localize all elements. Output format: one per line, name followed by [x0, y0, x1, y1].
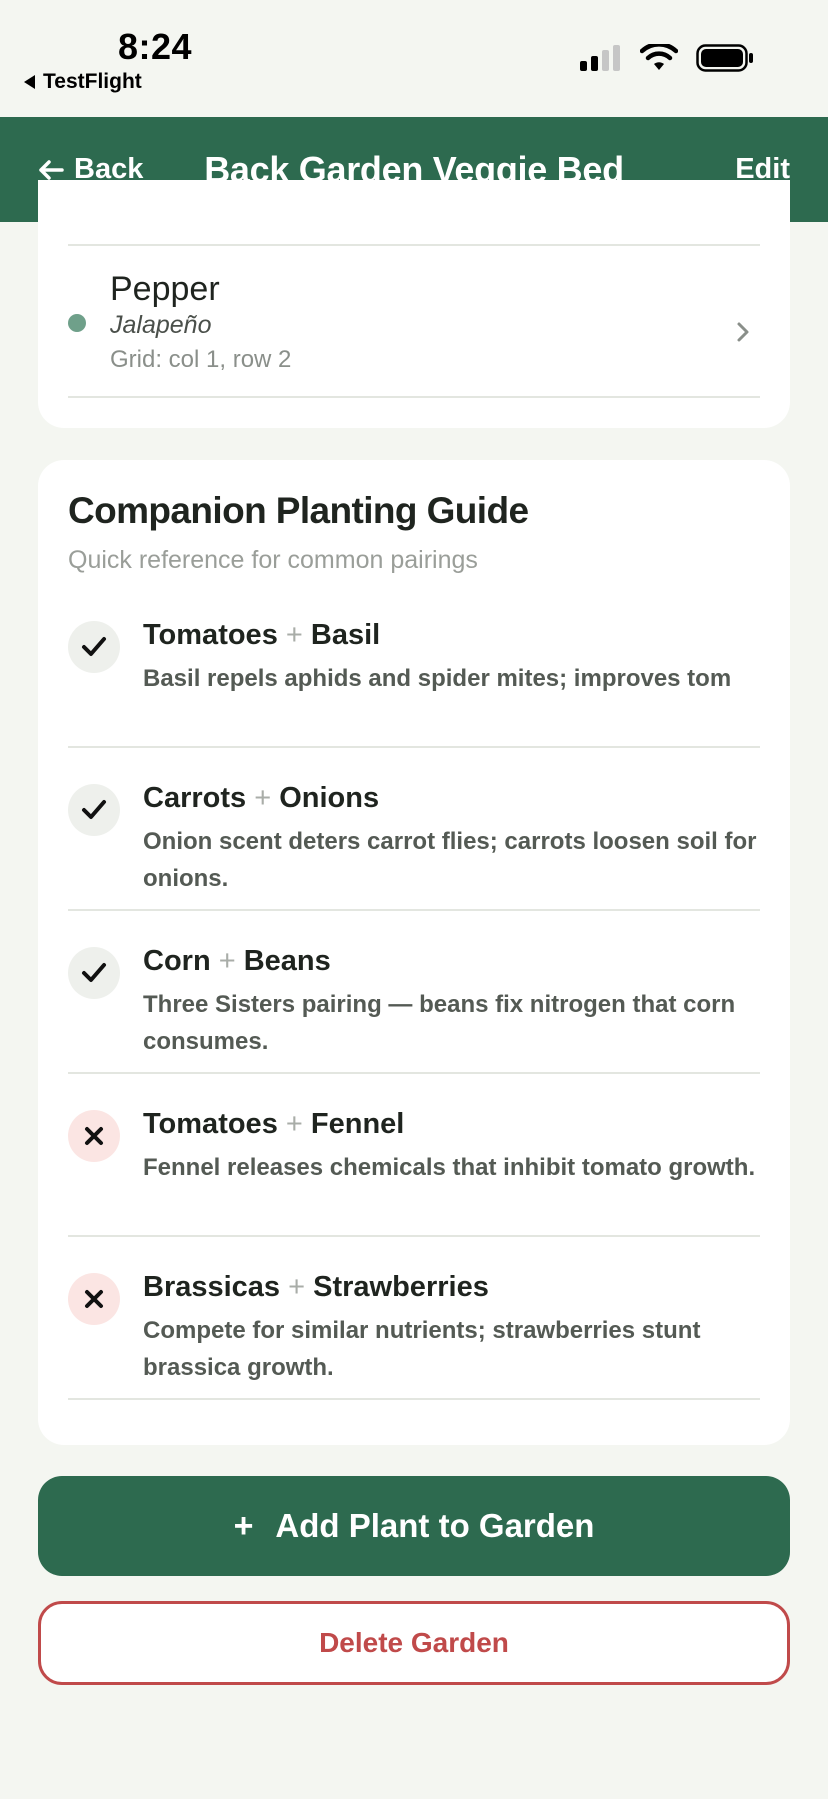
plus-icon: +	[233, 1506, 254, 1545]
checkmark-icon	[82, 963, 106, 982]
cross-badge	[68, 1110, 120, 1162]
pairing-plant-a: Carrots	[143, 782, 247, 814]
checkmark-badge	[68, 621, 120, 673]
testflight-back-link[interactable]: TestFlight	[24, 70, 142, 94]
cross-badge	[68, 1273, 120, 1325]
plant-status-dot	[68, 314, 86, 332]
pairing-heading: Corn + Beans	[143, 945, 331, 978]
close-icon	[85, 1290, 103, 1308]
pairing-plant-b: Onions	[279, 782, 380, 814]
close-icon	[85, 1127, 103, 1145]
pairing-item: Tomatoes + Basil Basil repels aphids and …	[38, 585, 790, 748]
checkmark-badge	[68, 947, 120, 999]
pairing-item: Corn + Beans Three Sisters pairing — bean…	[38, 911, 790, 1074]
pairing-plus: +	[254, 782, 272, 814]
checkmark-icon	[82, 637, 106, 656]
pairing-plant-b: Basil	[310, 619, 381, 651]
plant-name: Pepper	[110, 270, 220, 308]
add-plant-label: Add Plant to Garden	[275, 1507, 595, 1544]
companion-planting-card: Companion Planting Guide Quick reference…	[38, 460, 790, 1445]
delete-garden-label: Delete Garden	[319, 1627, 509, 1658]
plant-grid-position: Grid: col 1, row 2	[110, 346, 292, 373]
pairing-plant-b: Strawberries	[313, 1271, 489, 1303]
pairing-item: Tomatoes + Fennel Fennel releases chemica…	[38, 1074, 790, 1237]
pairing-plant-a: Tomatoes	[143, 619, 278, 651]
pairing-plant-a: Tomatoes	[143, 1108, 278, 1140]
pairing-plant-a: Brassicas	[143, 1271, 281, 1303]
wifi-icon	[640, 44, 678, 70]
pairing-item: Brassicas + Strawberries Compete for simi…	[38, 1237, 790, 1400]
divider	[68, 1398, 760, 1400]
guide-subtitle: Quick reference for common pairings	[68, 546, 478, 574]
back-triangle-icon	[24, 75, 35, 89]
pairing-heading: Tomatoes + Basil	[143, 619, 380, 652]
pairing-plus: +	[288, 1271, 306, 1303]
pairing-description: Onion scent deters carrot flies; carrots…	[143, 828, 757, 892]
status-icons	[580, 44, 754, 72]
chevron-right-icon	[737, 322, 749, 342]
checkmark-badge	[68, 784, 120, 836]
pairing-item: Carrots + Onions Onion scent deters carro…	[38, 748, 790, 911]
divider	[68, 396, 760, 398]
status-time: 8:24	[118, 26, 193, 67]
pairing-plant-b: Fennel	[310, 1108, 405, 1140]
signal-icon	[580, 45, 620, 71]
pairing-plus: +	[285, 1108, 303, 1140]
checkmark-icon	[82, 800, 106, 819]
battery-icon	[696, 44, 753, 72]
pairing-plant-b: Beans	[243, 945, 331, 977]
pairing-heading: Tomatoes + Fennel	[143, 1108, 404, 1141]
pairing-plus: +	[285, 619, 303, 651]
pairing-description: Basil repels aphids and spider mites; im…	[143, 665, 732, 692]
pairing-description: Compete for similar nutrients; strawberr…	[143, 1317, 701, 1381]
plant-row-pepper[interactable]: Pepper Jalapeño Grid: col 1, row 2	[38, 180, 790, 428]
guide-title: Companion Planting Guide	[68, 490, 529, 531]
plant-variety: Jalapeño	[110, 311, 212, 339]
pairing-description: Fennel releases chemicals that inhibit t…	[143, 1154, 756, 1181]
status-bar: 8:24 TestFlight	[0, 0, 828, 117]
pairing-plant-a: Corn	[143, 945, 211, 977]
pairing-heading: Carrots + Onions	[143, 782, 379, 815]
delete-garden-button[interactable]: Delete Garden	[38, 1601, 790, 1685]
testflight-label: TestFlight	[43, 70, 142, 93]
pairing-heading: Brassicas + Strawberries	[143, 1271, 489, 1304]
add-plant-button[interactable]: + Add Plant to Garden	[38, 1476, 790, 1576]
pairing-plus: +	[218, 945, 236, 977]
pairing-description: Three Sisters pairing — beans fix nitrog…	[143, 991, 736, 1055]
